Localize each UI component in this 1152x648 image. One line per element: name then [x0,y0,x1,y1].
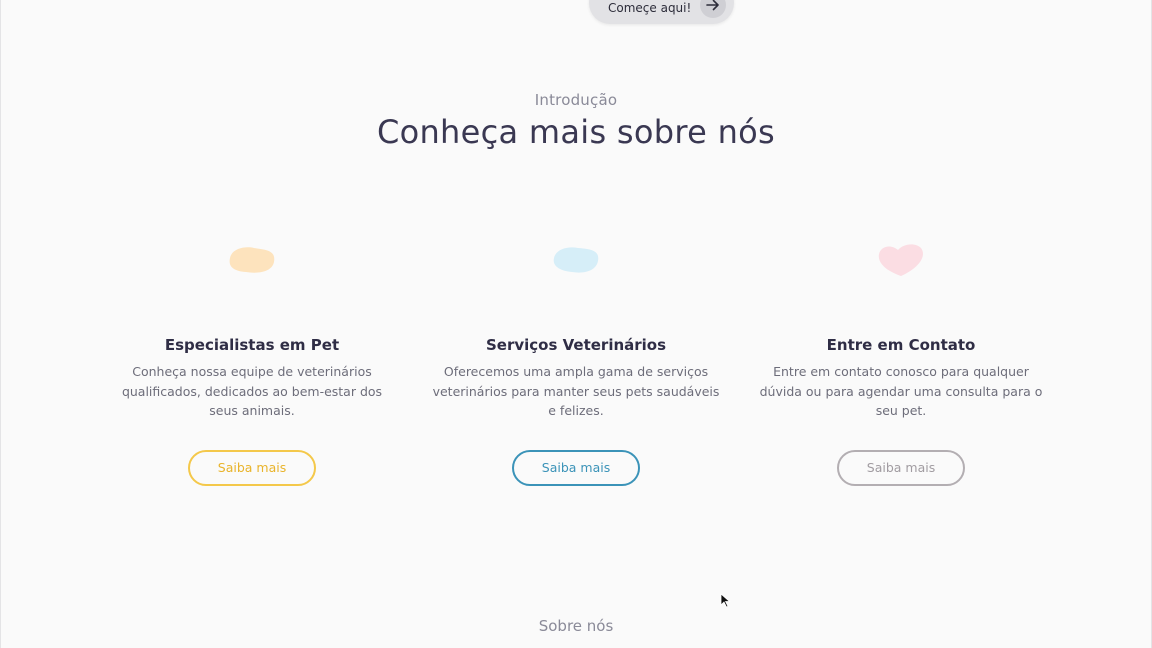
card-vet-services: Serviços Veterinários Oferecemos uma amp… [426,236,726,486]
learn-more-button[interactable]: Saiba mais [837,450,965,486]
learn-more-button[interactable]: Saiba mais [188,450,316,486]
about-title-cut-off [478,641,828,648]
card-title: Entre em Contato [826,336,976,354]
card-pet-specialists: Especialistas em Pet Conheça nossa equip… [102,236,402,486]
card-description: Entre em contato conosco para qualquer d… [759,364,1043,418]
about-eyebrow: Sobre nós [538,617,614,635]
paw-blob-icon [553,247,599,273]
intro-title: Conheça mais sobre nós [376,113,776,151]
start-here-button[interactable]: Começe aqui! [589,0,734,24]
learn-more-button[interactable]: Saiba mais [512,450,640,486]
start-here-label: Começe aqui! [608,1,692,15]
intro-eyebrow: Introdução [534,91,618,109]
card-description: Conheça nossa equipe de veterinários qua… [121,364,383,418]
card-title: Serviços Veterinários [485,336,667,354]
arrow-right-icon [700,0,726,18]
mouse-cursor-icon [720,593,731,608]
card-contact: Entre em Contato Entre em contato conosc… [751,236,1051,486]
paw-blob-icon [229,247,275,273]
card-title: Especialistas em Pet [164,336,340,354]
heart-blob-icon [878,244,923,276]
card-description: Oferecemos uma ampla gama de serviços ve… [432,364,720,418]
